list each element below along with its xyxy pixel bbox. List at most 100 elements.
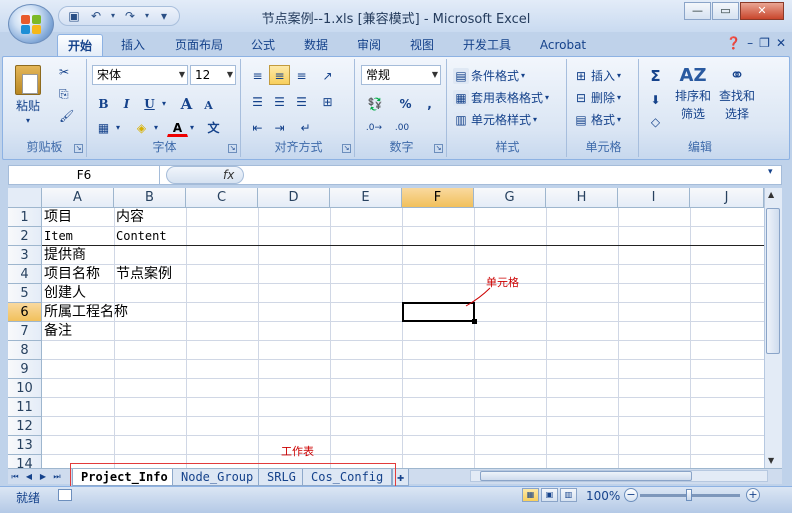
paste-button[interactable]: 粘贴 ▾ [15, 65, 41, 125]
find-select-button[interactable]: ⚭ 查找和 选择 [719, 65, 755, 122]
close-button[interactable]: ✕ [740, 2, 784, 20]
cell-a3[interactable]: 提供商 [42, 246, 86, 265]
prev-sheet-icon[interactable]: ◀ [24, 471, 34, 483]
underline-dropdown-icon[interactable]: ▾ [159, 93, 169, 113]
cell-a2[interactable]: Item [42, 227, 73, 246]
cell-a6[interactable]: 所属工程名称 [42, 303, 128, 322]
normal-view-icon[interactable]: ▦ [522, 488, 539, 502]
select-all-button[interactable] [8, 188, 42, 208]
merge-center-icon[interactable]: ⊞ [317, 91, 338, 111]
align-bottom-icon[interactable]: ≡ [291, 65, 312, 85]
fill-dropdown-icon[interactable]: ▾ [151, 117, 161, 137]
cell-b2[interactable]: Content [114, 227, 167, 246]
vertical-scroll-thumb[interactable] [766, 208, 780, 354]
cell-a4[interactable]: 项目名称 [42, 265, 100, 284]
tab-formulas[interactable]: 公式 [242, 34, 284, 56]
cell-b1[interactable]: 内容 [114, 208, 144, 227]
align-top-icon[interactable]: ≡ [247, 65, 268, 85]
bold-button[interactable]: B [93, 93, 114, 113]
cell-a5[interactable]: 创建人 [42, 284, 86, 303]
autosum-icon[interactable]: Σ [645, 65, 666, 85]
horizontal-scroll-thumb[interactable] [480, 471, 692, 481]
next-sheet-icon[interactable]: ▶ [38, 471, 48, 483]
decrease-indent-icon[interactable]: ⇤ [247, 117, 268, 137]
italic-button[interactable]: I [116, 93, 137, 113]
column-header[interactable]: D [258, 188, 330, 208]
format-as-table-button[interactable]: ▦ 套用表格格式 ▾ [453, 89, 549, 106]
cut-icon[interactable]: ✂ [59, 65, 69, 79]
tab-data[interactable]: 数据 [295, 34, 337, 56]
row-header[interactable]: 5 [8, 284, 42, 303]
expand-formula-icon[interactable]: ▾ [768, 167, 773, 177]
scroll-up-icon[interactable]: ▲ [768, 190, 774, 199]
tab-acrobat[interactable]: Acrobat [530, 34, 596, 56]
workbook-restore-icon[interactable]: ❐ [759, 36, 770, 50]
row-header[interactable]: 11 [8, 398, 42, 417]
insert-cells-button[interactable]: ⊞ 插入 ▾ [573, 67, 621, 84]
phonetic-button[interactable]: 文 [203, 117, 224, 137]
currency-icon[interactable]: 💱 [361, 93, 389, 113]
decrease-decimal-icon[interactable]: .00 [389, 117, 415, 137]
number-format-combo[interactable]: 常规 ▼ [361, 65, 441, 85]
align-center-icon[interactable]: ☰ [269, 91, 290, 111]
help-icon[interactable]: ❓ [726, 36, 741, 50]
tab-page-layout[interactable]: 页面布局 [166, 34, 232, 56]
row-header[interactable]: 7 [8, 322, 42, 341]
workbook-close-icon[interactable]: ✕ [776, 36, 786, 50]
row-header[interactable]: 10 [8, 379, 42, 398]
wrap-text-icon[interactable]: ↵ [295, 117, 316, 137]
cell-a1[interactable]: 项目 [42, 208, 72, 227]
cell-styles-button[interactable]: ▥ 单元格样式 ▾ [453, 111, 537, 128]
alignment-launcher-icon[interactable]: ↘ [342, 144, 351, 153]
zoom-in-icon[interactable]: + [746, 488, 760, 502]
name-box[interactable]: F6 [8, 165, 160, 185]
tab-home[interactable]: 开始 [57, 34, 103, 56]
zoom-level[interactable]: 100% [586, 489, 620, 503]
tab-review[interactable]: 审阅 [348, 34, 390, 56]
macro-record-icon[interactable] [58, 489, 72, 501]
sort-filter-button[interactable]: AZ 排序和 筛选 [675, 65, 711, 122]
cell-a7[interactable]: 备注 [42, 322, 72, 341]
font-color-dropdown-icon[interactable]: ▾ [187, 117, 197, 137]
fill-color-icon[interactable]: ◈ [131, 117, 152, 137]
format-cells-button[interactable]: ▤ 格式 ▾ [573, 111, 621, 128]
increase-indent-icon[interactable]: ⇥ [269, 117, 290, 137]
clear-icon[interactable]: ◇ [645, 111, 666, 131]
row-header[interactable]: 3 [8, 246, 42, 265]
borders-dropdown-icon[interactable]: ▾ [113, 117, 123, 137]
font-name-combo[interactable]: 宋体 ▼ [92, 65, 188, 85]
tab-developer[interactable]: 开发工具 [455, 34, 519, 56]
align-middle-icon[interactable]: ≡ [269, 65, 290, 85]
minimize-button[interactable]: — [684, 2, 711, 20]
font-launcher-icon[interactable]: ↘ [228, 144, 237, 153]
conditional-format-button[interactable]: ▤ 条件格式 ▾ [453, 67, 525, 84]
scroll-down-icon[interactable]: ▼ [768, 456, 774, 465]
font-color-icon[interactable]: A [167, 117, 188, 137]
column-header[interactable]: E [330, 188, 402, 208]
underline-button[interactable]: U [139, 93, 160, 113]
copy-icon[interactable]: ⎘ [59, 87, 69, 102]
borders-icon[interactable]: ▦ [93, 117, 114, 137]
worksheet-grid[interactable]: A B C D E F G H I J 1 2 3 4 5 6 7 8 9 10… [8, 188, 764, 468]
tab-insert[interactable]: 插入 [110, 34, 156, 56]
row-header[interactable]: 1 [8, 208, 42, 227]
row-header[interactable]: 13 [8, 436, 42, 455]
tab-view[interactable]: 视图 [401, 34, 443, 56]
orientation-icon[interactable]: ↗ [317, 65, 338, 85]
first-sheet-icon[interactable]: ⏮ [10, 471, 20, 483]
row-header[interactable]: 12 [8, 417, 42, 436]
column-header[interactable]: A [42, 188, 114, 208]
column-header[interactable]: I [618, 188, 690, 208]
fill-handle[interactable] [472, 319, 477, 324]
row-header[interactable]: 6 [8, 303, 42, 322]
row-header[interactable]: 14 [8, 455, 42, 468]
column-header[interactable]: G [474, 188, 546, 208]
column-header[interactable]: H [546, 188, 618, 208]
page-break-view-icon[interactable]: ▥ [560, 488, 577, 502]
number-launcher-icon[interactable]: ↘ [434, 144, 443, 153]
align-left-icon[interactable]: ☰ [247, 91, 268, 111]
page-layout-view-icon[interactable]: ▣ [541, 488, 558, 502]
grow-font-button[interactable]: A [176, 93, 197, 113]
row-header[interactable]: 9 [8, 360, 42, 379]
zoom-out-icon[interactable]: − [624, 488, 638, 502]
